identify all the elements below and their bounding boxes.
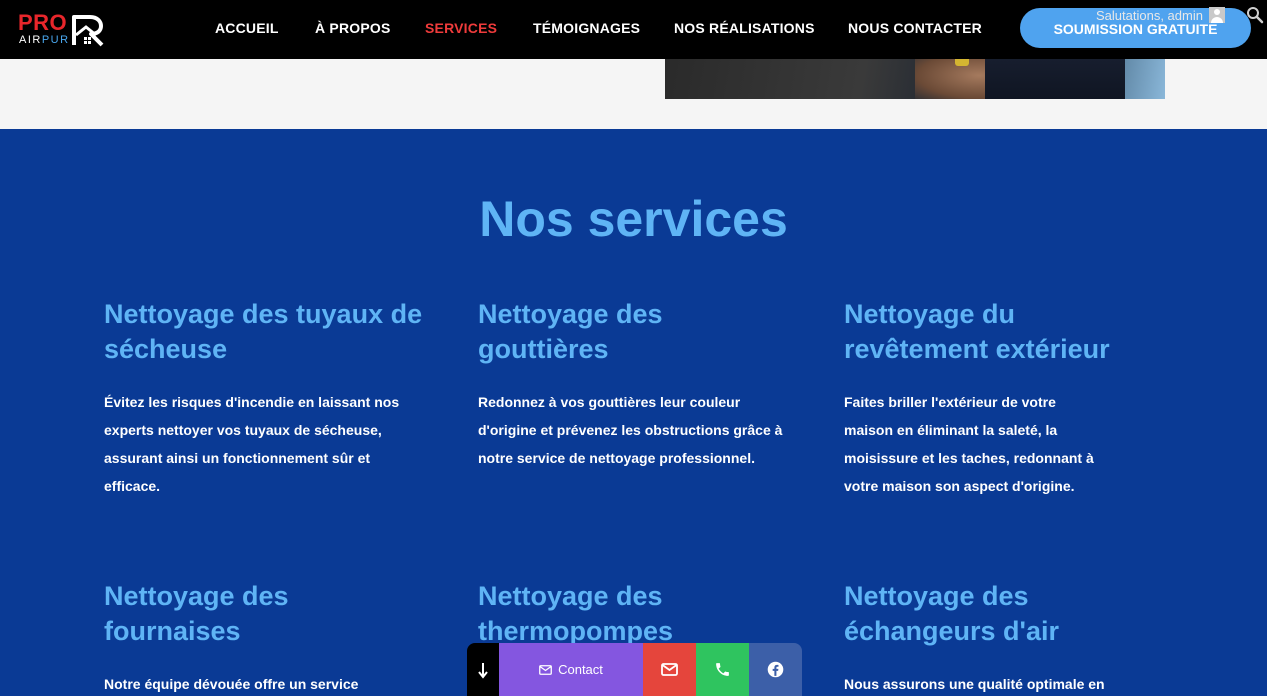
envelope-icon — [661, 663, 678, 676]
nav-a-propos[interactable]: À PROPOS — [315, 20, 391, 36]
facebook-button[interactable] — [749, 643, 802, 696]
service-description: Nous assurons une qualité optimale en — [844, 676, 1105, 692]
service-title: Nettoyage des thermopompes — [478, 581, 674, 646]
admin-greeting-text: Salutations, admin — [1096, 7, 1203, 23]
facebook-icon — [767, 661, 784, 678]
nav-nos-realisations[interactable]: NOS RÉALISATIONS — [674, 20, 815, 36]
logo-air-text: AIR — [19, 34, 42, 46]
floating-contact-bar: Contact — [467, 643, 802, 696]
site-header: PRO AIRPUR ACCUEIL À PROPOS SERVICES TÉM… — [0, 0, 1267, 59]
search-icon[interactable] — [1246, 6, 1264, 24]
phone-icon — [716, 663, 729, 676]
email-button[interactable] — [643, 643, 696, 696]
service-title: Nettoyage du revêtement extérieur — [844, 299, 1110, 364]
service-title: Nettoyage des gouttières — [478, 299, 663, 364]
service-card: Nettoyage du revêtement extérieur Faites… — [844, 297, 1144, 500]
logo-pur-text: PUR — [41, 34, 70, 46]
nav-services[interactable]: SERVICES — [425, 20, 497, 36]
service-description: Notre équipe dévouée offre un service — [104, 676, 359, 692]
service-card: Nettoyage des fournaises Notre équipe dé… — [104, 579, 359, 696]
nav-accueil[interactable]: ACCUEIL — [215, 20, 279, 36]
logo-pro-text: PRO — [18, 10, 68, 35]
admin-greeting[interactable]: Salutations, admin — [1096, 6, 1225, 24]
service-title: Nettoyage des échangeurs d'air — [844, 581, 1059, 646]
service-title: Nettoyage des tuyaux de sécheuse — [104, 299, 423, 364]
envelope-icon — [539, 664, 552, 675]
logo-airpur-text: AIRPUR — [19, 34, 70, 46]
service-description: Évitez les risques d'incendie en laissan… — [104, 394, 400, 494]
nav-temoignages[interactable]: TÉMOIGNAGES — [533, 20, 640, 36]
contact-button-label: Contact — [558, 662, 603, 677]
service-description: Faites briller l'extérieur de votre mais… — [844, 394, 1094, 494]
avatar — [1208, 7, 1225, 23]
section-title: Nos services — [479, 191, 788, 247]
service-description: Redonnez à vos gouttières leur couleur d… — [478, 394, 783, 466]
logo-house-icon — [72, 15, 104, 47]
nav-nous-contacter[interactable]: NOUS CONTACTER — [848, 20, 982, 36]
phone-button[interactable] — [696, 643, 749, 696]
contact-button[interactable]: Contact — [499, 643, 643, 696]
service-title: Nettoyage des fournaises — [104, 581, 289, 646]
site-logo[interactable]: PRO AIRPUR — [18, 10, 110, 50]
arrow-down-icon — [478, 662, 488, 679]
service-card: Nettoyage des tuyaux de sécheuse Évitez … — [104, 297, 424, 500]
service-card: Nettoyage des gouttières Redonnez à vos … — [478, 297, 788, 472]
scroll-down-button[interactable] — [467, 643, 499, 696]
service-card: Nettoyage des échangeurs d'air Nous assu… — [844, 579, 1144, 696]
